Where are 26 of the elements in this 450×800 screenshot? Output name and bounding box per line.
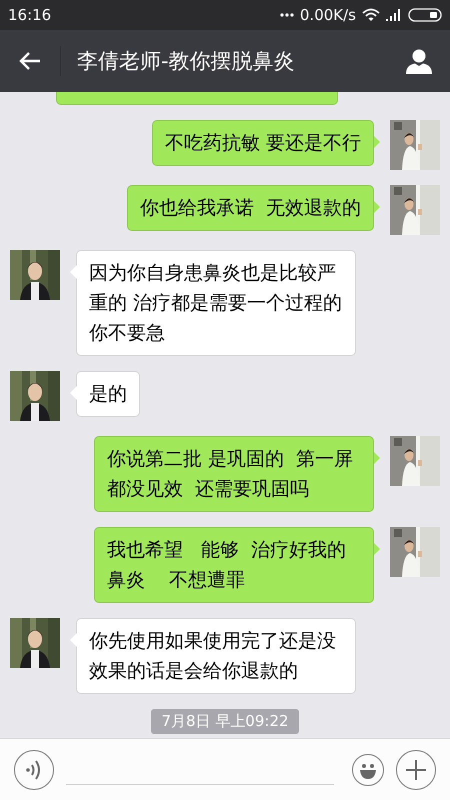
battery-icon xyxy=(408,8,442,22)
back-arrow-icon xyxy=(19,52,41,70)
message-bubble: 我也希望 能够 治疗好我的鼻炎 不想遭罪 xyxy=(94,527,374,603)
chat-title: 李倩老师-教你摆脱鼻炎 xyxy=(77,48,296,75)
message-bubble: 是的 xyxy=(76,371,140,417)
more-dots-icon xyxy=(280,13,294,17)
voice-button[interactable] xyxy=(14,750,54,790)
signal-icon xyxy=(386,9,402,21)
bubble-tail xyxy=(373,200,380,214)
voice-icon xyxy=(25,760,43,780)
message-bubble: 你先使用如果使用完了还是没效果的话是会给你退款的 xyxy=(76,618,356,694)
wifi-icon xyxy=(362,8,380,22)
bubble-tail xyxy=(373,451,380,465)
status-time: 16:16 xyxy=(8,6,52,24)
emoji-button[interactable] xyxy=(352,754,384,786)
message-bubble: 不吃药抗敏 要还是不行 xyxy=(152,120,374,166)
add-button[interactable] xyxy=(396,750,436,790)
timestamp: 7月8日 早上09:22 xyxy=(151,709,299,734)
message-bubble: 因为你自身患鼻炎也是比较严重的 治疗都是需要一个过程的你不要急 xyxy=(76,250,356,356)
message-bubble: 你也给我承诺 无效退款的 xyxy=(126,185,374,231)
bubble-tail xyxy=(373,135,380,149)
network-speed: 0.00K/s xyxy=(300,6,356,24)
plus-icon xyxy=(405,758,427,780)
message-bubble: 你说第二批 是巩固的 第一屏都没见效 还需要巩固吗 xyxy=(94,436,374,512)
person-icon xyxy=(406,48,432,74)
bubble-tail xyxy=(373,542,380,556)
